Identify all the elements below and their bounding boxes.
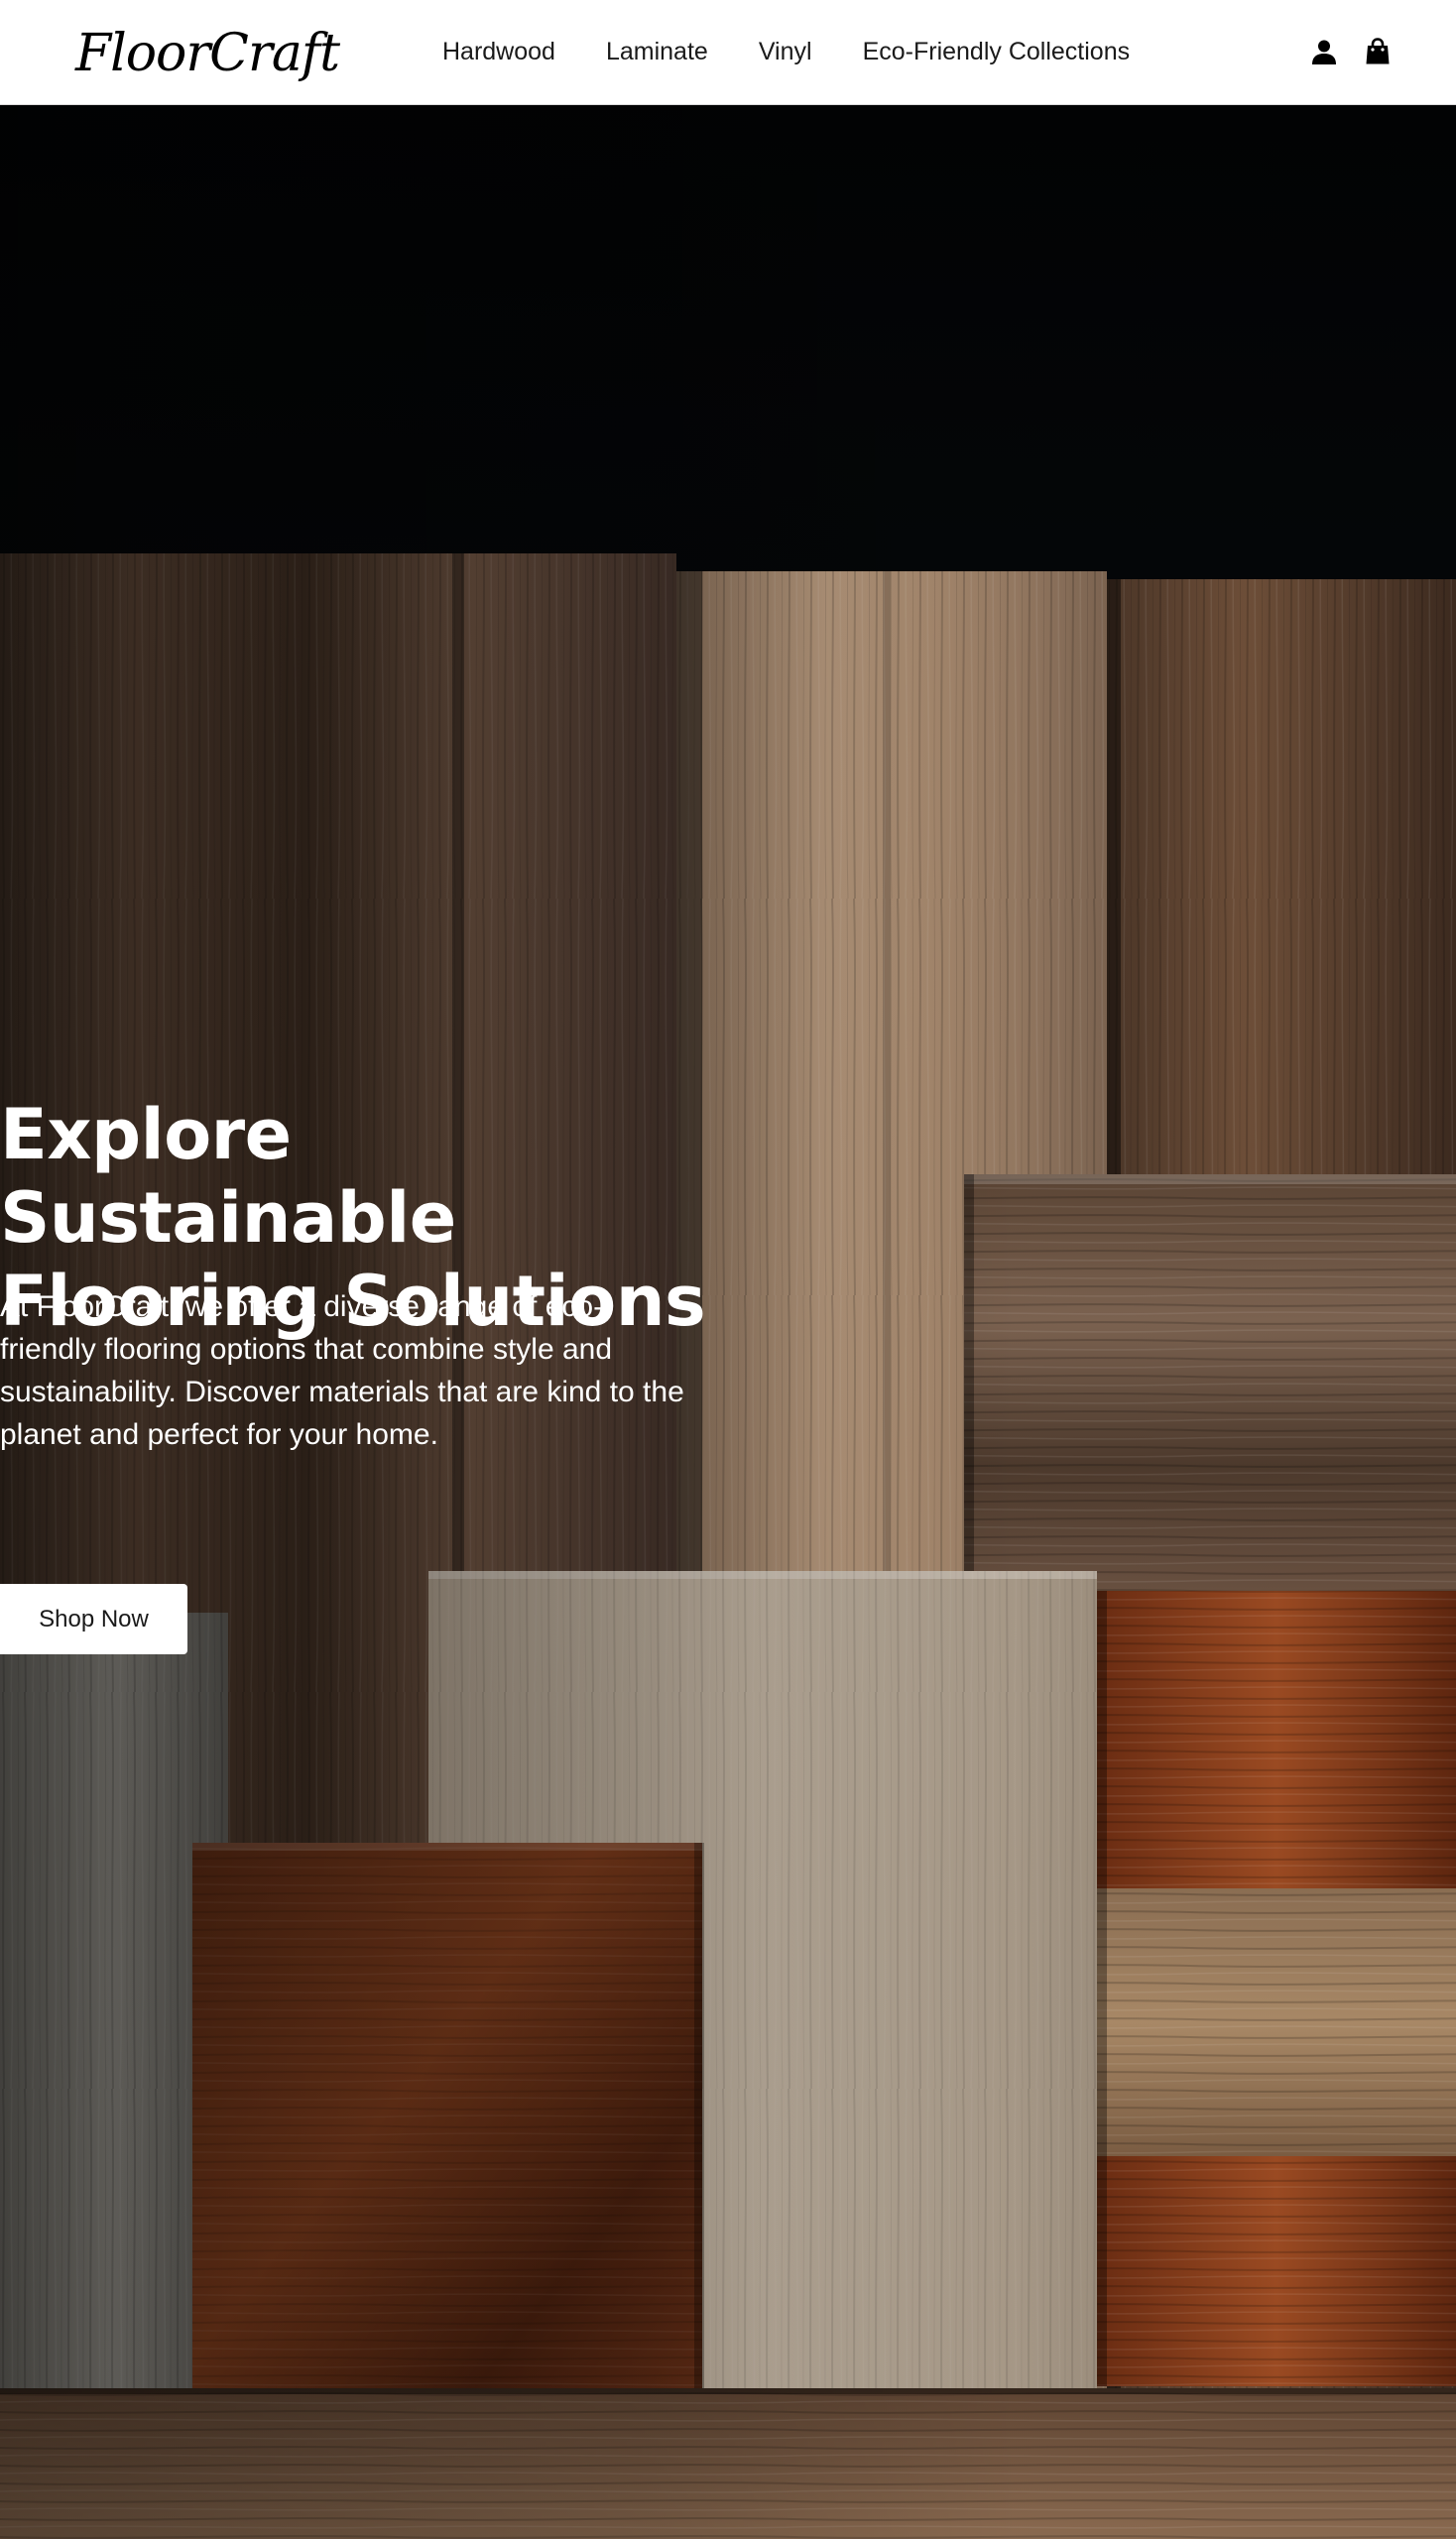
main-nav: Hardwood Laminate Vinyl Eco-Friendly Col… (442, 0, 1130, 103)
user-icon[interactable] (1309, 37, 1339, 66)
hero-section: Explore Sustainable Flooring Solutions A… (0, 105, 1456, 2539)
shopping-bag-icon[interactable] (1363, 37, 1393, 66)
nav-link-eco-friendly-collections[interactable]: Eco-Friendly Collections (863, 38, 1131, 66)
site-header: FloorCraft Hardwood Laminate Vinyl Eco-F… (0, 0, 1456, 105)
header-actions (1309, 0, 1393, 103)
nav-link-hardwood[interactable]: Hardwood (442, 38, 555, 66)
shop-now-button[interactable]: Shop Now (0, 1584, 187, 1654)
nav-link-vinyl[interactable]: Vinyl (759, 38, 812, 66)
brand-logo[interactable]: FloorCraft (75, 14, 340, 93)
nav-link-laminate[interactable]: Laminate (606, 38, 708, 66)
hero-description: At FloorCraft, we offer a diverse range … (0, 1290, 684, 1451)
